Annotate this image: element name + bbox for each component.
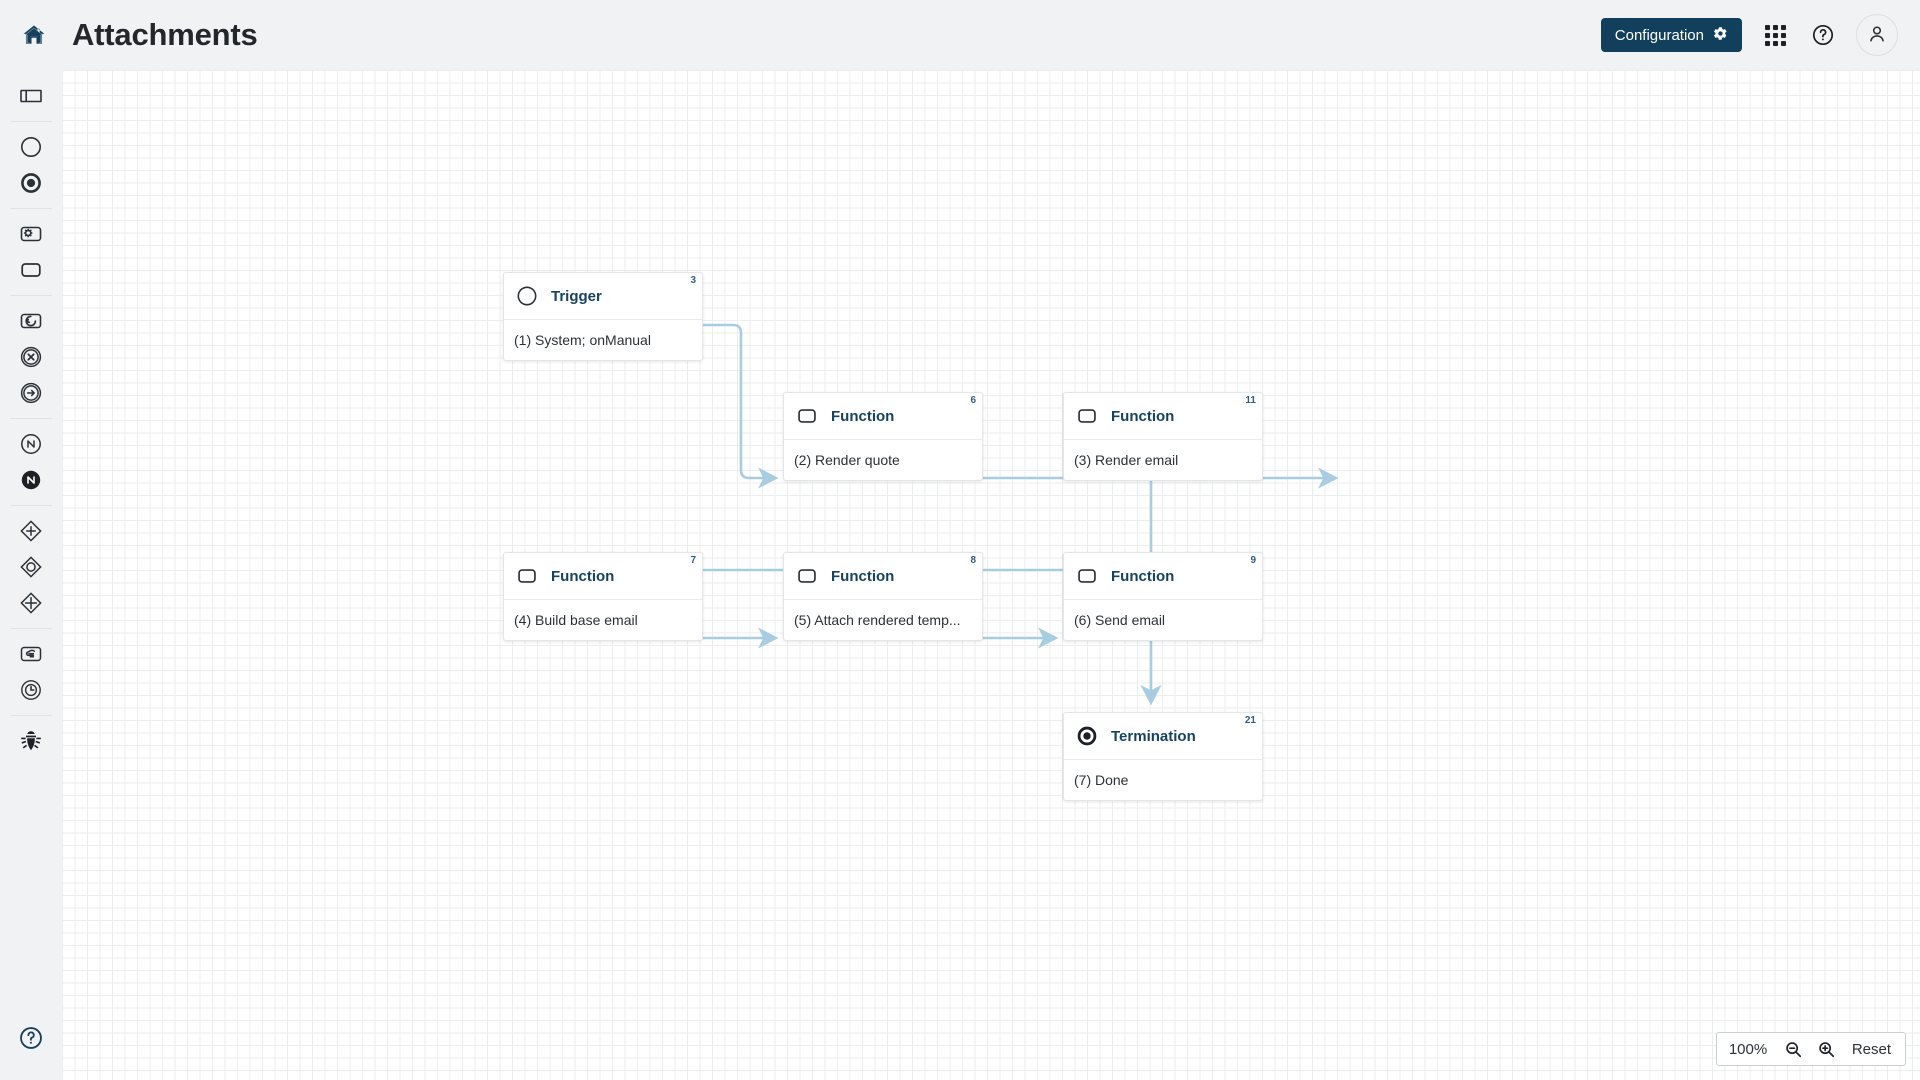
node-header: Function 8 <box>784 553 982 600</box>
account-button[interactable] <box>1856 14 1898 56</box>
node-body: (4) Build base email <box>504 600 702 640</box>
node-badge: 8 <box>970 555 976 566</box>
node-body-text: (6) Send email <box>1074 612 1166 628</box>
node-title: Termination <box>1111 727 1196 745</box>
node-header: Function 9 <box>1064 553 1262 600</box>
panel-toggle-icon[interactable] <box>9 78 53 114</box>
toolbar-divider <box>10 295 52 296</box>
node-badge: 21 <box>1244 715 1256 726</box>
node-badge: 7 <box>690 555 696 566</box>
hand-box-icon[interactable] <box>9 636 53 672</box>
question-circle-icon[interactable] <box>1808 20 1838 50</box>
node-function-11[interactable]: Function 11 (3) Render email <box>1063 392 1263 481</box>
edge-layer <box>650 323 1339 706</box>
node-body: (1) System; onManual <box>504 320 702 360</box>
clock-circle-icon[interactable] <box>9 672 53 708</box>
configuration-label: Configuration <box>1614 26 1704 44</box>
node-title: Trigger <box>551 287 602 305</box>
trigger-circle-icon[interactable] <box>9 129 53 165</box>
node-body-text: (2) Render quote <box>794 452 900 468</box>
zoom-reset-button[interactable]: Reset <box>1850 1041 1893 1058</box>
node-header: Trigger 3 <box>504 273 702 320</box>
toolbar-divider <box>10 121 52 122</box>
node-termination-21[interactable]: Termination 21 (7) Done <box>1063 712 1263 801</box>
user-icon <box>1866 23 1888 48</box>
signal-filled-circle-icon[interactable] <box>9 462 53 498</box>
node-body: (7) Done <box>1064 760 1262 800</box>
node-body: (5) Attach rendered temp... <box>784 600 982 640</box>
function-box-icon <box>1074 403 1100 429</box>
node-header: Function 11 <box>1064 393 1262 440</box>
page-title: Attachments <box>72 17 258 52</box>
function-box-icon <box>794 563 820 589</box>
zoom-in-icon[interactable] <box>1817 1039 1837 1059</box>
diamond-split-icon[interactable] <box>9 513 53 549</box>
grid-apps-icon[interactable] <box>1760 20 1790 50</box>
node-body: (2) Render quote <box>784 440 982 480</box>
node-body-text: (7) Done <box>1074 772 1129 788</box>
signal-circle-icon[interactable] <box>9 426 53 462</box>
node-body-text: (1) System; onManual <box>514 332 651 348</box>
configuration-button[interactable]: Configuration <box>1600 18 1742 52</box>
node-trigger-3[interactable]: Trigger 3 (1) System; onManual <box>503 272 703 361</box>
trigger-circle-icon <box>514 283 540 309</box>
header-actions: Configuration <box>1600 14 1898 56</box>
gear-icon <box>1713 26 1728 45</box>
home-icon[interactable] <box>18 19 50 51</box>
node-body: (3) Render email <box>1064 440 1262 480</box>
node-header: Termination 21 <box>1064 713 1262 760</box>
function-box-icon <box>794 403 820 429</box>
grid-apps-dots <box>1764 24 1786 46</box>
system-function-icon[interactable] <box>9 216 53 252</box>
workflow-canvas[interactable]: Trigger 3 (1) System; onManual Function … <box>62 70 1920 1080</box>
node-title: Function <box>551 567 615 585</box>
toolbar-divider <box>10 418 52 419</box>
toolbar-divider <box>10 715 52 716</box>
node-header: Function 7 <box>504 553 702 600</box>
function-box-icon[interactable] <box>9 252 53 288</box>
node-title: Function <box>831 567 895 585</box>
toolbar-divider <box>10 628 52 629</box>
node-title: Function <box>1111 407 1175 425</box>
cancel-circle-icon[interactable] <box>9 339 53 375</box>
zoom-level-label: 100% <box>1728 1040 1768 1058</box>
node-header: Function 6 <box>784 393 982 440</box>
function-box-icon <box>514 563 540 589</box>
left-toolbar <box>0 70 62 1080</box>
node-body-text: (5) Attach rendered temp... <box>794 612 961 628</box>
continue-circle-icon[interactable] <box>9 375 53 411</box>
node-title: Function <box>831 407 895 425</box>
loop-box-icon[interactable] <box>9 303 53 339</box>
toolbar-divider <box>10 208 52 209</box>
zoom-out-icon[interactable] <box>1784 1039 1804 1059</box>
node-badge: 9 <box>1250 555 1256 566</box>
node-function-9[interactable]: Function 9 (6) Send email <box>1063 552 1263 641</box>
node-body-text: (4) Build base email <box>514 612 638 628</box>
node-function-8[interactable]: Function 8 (5) Attach rendered temp... <box>783 552 983 641</box>
node-body-text: (3) Render email <box>1074 452 1179 468</box>
function-box-icon <box>1074 563 1100 589</box>
bug-icon[interactable] <box>9 723 53 759</box>
termination-circle-icon[interactable] <box>9 165 53 201</box>
diamond-circle-icon[interactable] <box>9 549 53 585</box>
termination-circle-icon <box>1074 723 1100 749</box>
edge-3-to-6 <box>701 323 779 489</box>
app-header: Attachments Configuration <box>0 0 1920 70</box>
node-title: Function <box>1111 567 1175 585</box>
zoom-control: 100% Reset <box>1715 1032 1906 1066</box>
node-badge: 3 <box>690 275 696 286</box>
toolbar-divider <box>10 505 52 506</box>
node-body: (6) Send email <box>1064 600 1262 640</box>
node-badge: 6 <box>970 395 976 406</box>
node-function-7[interactable]: Function 7 (4) Build base email <box>503 552 703 641</box>
node-badge: 11 <box>1245 395 1256 406</box>
diamond-plus-icon[interactable] <box>9 585 53 621</box>
node-function-6[interactable]: Function 6 (2) Render quote <box>783 392 983 481</box>
help-circle-icon[interactable] <box>9 1020 53 1056</box>
